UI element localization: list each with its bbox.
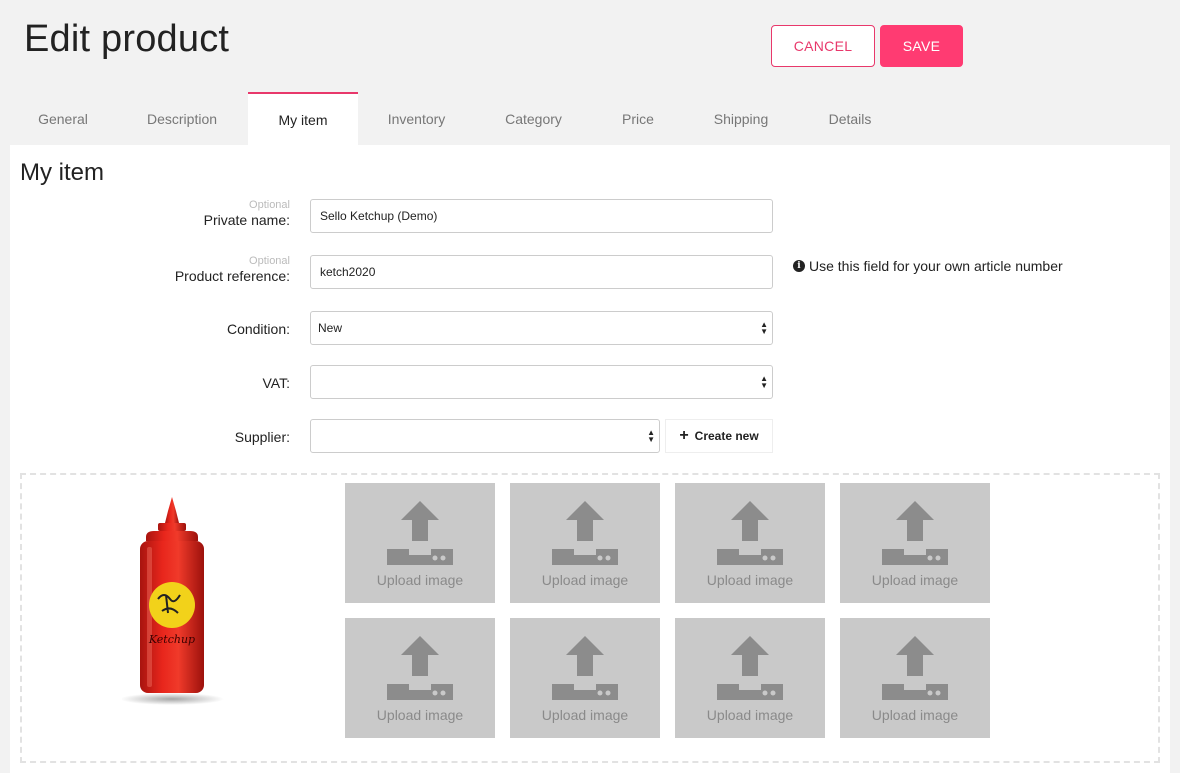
private-name-input[interactable]: Sello Ketchup (Demo): [310, 199, 773, 233]
upload-image-tile[interactable]: Upload image: [345, 618, 495, 738]
select-arrows-icon: ▲ ▼: [647, 428, 655, 444]
plus-icon: +: [679, 427, 689, 444]
create-new-supplier-button[interactable]: + Create new: [665, 419, 773, 453]
upload-image-label: Upload image: [541, 572, 629, 588]
ketchup-bottle-image[interactable]: Ketchup: [122, 495, 242, 710]
info-icon: i: [793, 260, 805, 272]
upload-icon: [882, 636, 948, 700]
vat-label-block: VAT:: [20, 375, 291, 391]
supplier-label-block: Supplier:: [20, 429, 290, 445]
upload-icon: [717, 501, 783, 565]
tab-my-item[interactable]: My item: [248, 92, 358, 145]
upload-image-tile[interactable]: Upload image: [510, 483, 660, 603]
select-arrows-icon: ▲ ▼: [760, 320, 768, 336]
private-name-label: Private name:: [203, 212, 290, 228]
optional-hint: Optional: [249, 255, 290, 267]
tab-description[interactable]: Description: [116, 92, 248, 145]
upload-icon: [552, 636, 618, 700]
upload-image-tile[interactable]: Upload image: [840, 618, 990, 738]
product-reference-input[interactable]: ketch2020: [310, 255, 773, 289]
upload-icon: [387, 501, 453, 565]
svg-text:Ketchup: Ketchup: [148, 633, 195, 646]
upload-icon: [552, 501, 618, 565]
upload-image-label: Upload image: [706, 572, 794, 588]
page-title: Edit product: [24, 18, 230, 60]
supplier-select[interactable]: ▲ ▼: [310, 419, 660, 453]
upload-image-label: Upload image: [871, 572, 959, 588]
tab-general[interactable]: General: [10, 92, 116, 145]
cancel-button[interactable]: CANCEL: [771, 25, 875, 67]
condition-value: New: [318, 321, 343, 335]
upload-image-tile[interactable]: Upload image: [840, 483, 990, 603]
condition-label-block: Condition:: [20, 321, 290, 337]
create-new-label: Create new: [694, 429, 759, 443]
upload-image-label: Upload image: [376, 572, 464, 588]
upload-icon: [717, 636, 783, 700]
upload-icon: [387, 636, 453, 700]
condition-select[interactable]: New ▲ ▼: [310, 311, 773, 345]
product-reference-label: Product reference:: [174, 268, 290, 284]
product-reference-hint-text: Use this field for your own article numb…: [809, 258, 1063, 274]
my-item-panel: My item Optional Private name: Sello Ket…: [10, 145, 1170, 773]
tab-details[interactable]: Details: [798, 92, 902, 145]
save-button[interactable]: SAVE: [880, 25, 963, 67]
product-reference-label-block: Optional Product reference:: [20, 255, 290, 284]
vat-select[interactable]: ▲ ▼: [310, 365, 773, 399]
upload-image-label: Upload image: [706, 707, 794, 723]
tab-inventory[interactable]: Inventory: [358, 92, 475, 145]
upload-image-tile[interactable]: Upload image: [675, 483, 825, 603]
tab-price[interactable]: Price: [592, 92, 684, 145]
condition-label: Condition:: [226, 321, 290, 337]
upload-image-tile[interactable]: Upload image: [675, 618, 825, 738]
select-arrows-icon: ▲ ▼: [760, 374, 768, 390]
upload-image-label: Upload image: [871, 707, 959, 723]
optional-hint: Optional: [249, 199, 290, 211]
upload-image-tile[interactable]: Upload image: [510, 618, 660, 738]
section-title: My item: [20, 159, 104, 186]
private-name-label-block: Optional Private name:: [20, 199, 290, 228]
upload-icon: [882, 501, 948, 565]
upload-image-label: Upload image: [541, 707, 629, 723]
supplier-label: Supplier:: [234, 429, 290, 445]
upload-image-tile[interactable]: Upload image: [345, 483, 495, 603]
tab-shipping[interactable]: Shipping: [684, 92, 798, 145]
product-reference-hint: i Use this field for your own article nu…: [793, 258, 1063, 274]
vat-label: VAT:: [262, 375, 291, 391]
tab-category[interactable]: Category: [475, 92, 592, 145]
tab-bar: General Description My item Inventory Ca…: [10, 92, 902, 145]
upload-image-label: Upload image: [376, 707, 464, 723]
image-upload-area[interactable]: Ketchup Upload image Upload image Upload…: [20, 473, 1160, 763]
